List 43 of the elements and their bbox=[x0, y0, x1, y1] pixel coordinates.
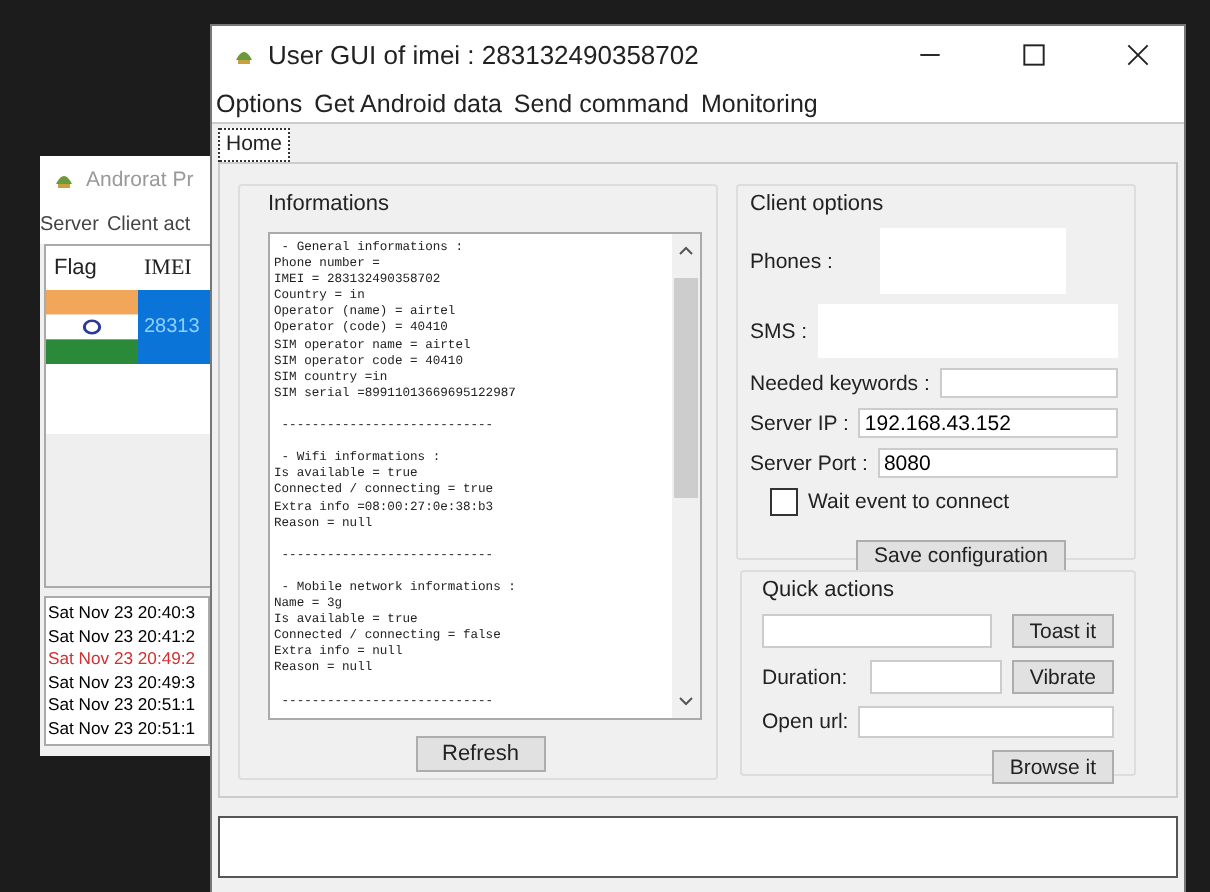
refresh-button[interactable]: Refresh bbox=[416, 736, 546, 772]
log-entry[interactable]: Sat Nov 23 20:40:3 bbox=[48, 602, 208, 625]
tab[interactable]: Home bbox=[218, 128, 291, 162]
log-entry[interactable]: Sat Nov 23 20:41:2 bbox=[48, 625, 208, 648]
checkbox[interactable] bbox=[770, 488, 798, 516]
menu-item[interactable]: Options bbox=[216, 89, 303, 117]
input-field[interactable]: 8080 bbox=[877, 448, 1118, 478]
field-label: Needed keywords : bbox=[750, 371, 930, 395]
input-field[interactable] bbox=[939, 368, 1118, 398]
log-entry[interactable]: Sat Nov 23 20:51:1 bbox=[48, 694, 208, 717]
browse-button[interactable]: Browse it bbox=[991, 750, 1114, 784]
log-entry[interactable]: Sat Nov 23 20:51:1 bbox=[48, 717, 208, 740]
field-label: Open url: bbox=[762, 710, 849, 734]
log-entry[interactable]: Sat Nov 23 20:49:3 bbox=[48, 671, 208, 694]
scrollbar[interactable] bbox=[672, 234, 700, 718]
menu-item[interactable]: Monitoring bbox=[700, 89, 818, 117]
log-entry[interactable]: Sat Nov 23 20:49:2 bbox=[48, 648, 208, 671]
checkbox-label: Wait event to connect bbox=[808, 490, 1010, 514]
window-title: User GUI of imei : 283132490358702 bbox=[268, 40, 699, 70]
input-field[interactable] bbox=[762, 614, 992, 648]
column-header[interactable]: Flag bbox=[46, 256, 144, 280]
input-field[interactable]: 192.168.43.152 bbox=[858, 408, 1118, 438]
field-label: Server IP : bbox=[750, 411, 849, 435]
menu-item[interactable]: Client act bbox=[106, 213, 191, 235]
group-title: Quick actions bbox=[762, 578, 897, 602]
menu-item[interactable]: Get Android data bbox=[314, 89, 502, 117]
group-title: Informations bbox=[268, 192, 390, 216]
input-field[interactable] bbox=[858, 706, 1114, 738]
column-header[interactable]: IMEI bbox=[144, 256, 192, 280]
group-title: Client options bbox=[750, 192, 886, 216]
flag-icon bbox=[46, 290, 138, 364]
field-label: Phones : bbox=[750, 249, 835, 273]
field-label: SMS : bbox=[750, 319, 808, 343]
save-configuration-button[interactable]: Save configuration bbox=[856, 540, 1066, 572]
menu-item[interactable]: Send command bbox=[513, 89, 689, 117]
input-field[interactable] bbox=[869, 660, 1002, 694]
window-title: Androrat Pr bbox=[86, 168, 194, 192]
vibrate-button[interactable]: Vibrate bbox=[1011, 660, 1114, 694]
menu-item[interactable]: Server bbox=[40, 213, 99, 235]
field-label: Duration: bbox=[762, 665, 848, 689]
field-label: Server Port : bbox=[750, 451, 868, 475]
text-area[interactable] bbox=[268, 232, 702, 720]
toast-button[interactable]: Toast it bbox=[1011, 614, 1114, 648]
